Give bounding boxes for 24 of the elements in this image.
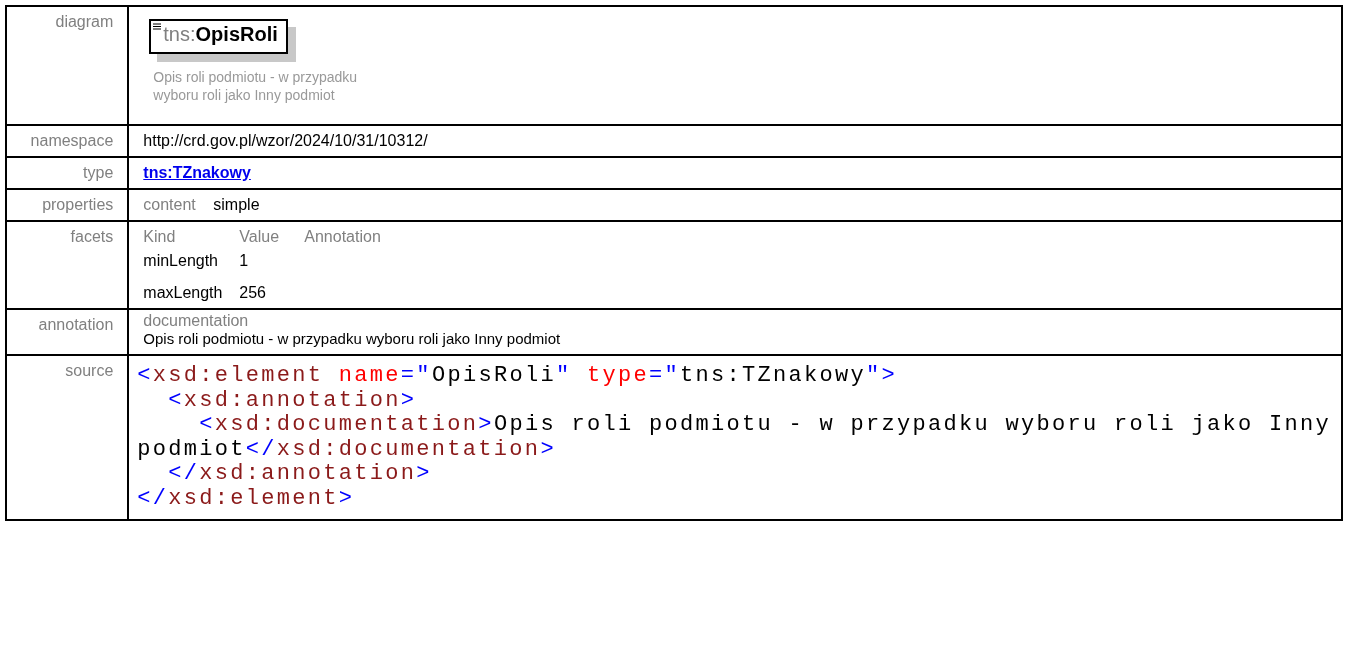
row-label: annotation: [38, 316, 114, 333]
row-label: properties: [42, 196, 114, 213]
property-value: simple: [213, 196, 261, 214]
property-name: content: [143, 196, 197, 214]
facet-kind: maxLength: [143, 283, 224, 302]
row-label: diagram: [55, 13, 114, 30]
annotation-text: Opis roli podmiotu - w przypadku wyboru roli jako Inny podmiot: [143, 330, 561, 347]
facet-value: 1: [239, 252, 250, 270]
namespace-url: http://crd.gov.pl/wzor/2024/10/31/10312/: [143, 132, 428, 149]
facet-kind: minLength: [143, 252, 219, 270]
facet-column-header: Annotation: [304, 228, 382, 246]
annotation-heading: documentation: [143, 312, 249, 329]
row-label: source: [65, 362, 114, 379]
source-code: <xsd:element name="OpisRoli" type="tns:TZnakowy"> <xsd:annotation> <xsd:documentation>Opis roli podmiotu - w przypadku wyboru roli jako Inny podmiot</xsd:documentation> </xsd:annotation> </xsd:element>: [137, 364, 1331, 511]
facet-column-header: Value: [239, 228, 281, 246]
type-link[interactable]: tns:TZnakowy: [143, 164, 251, 181]
element-description: Opis roli podmiotu - w przypadku wyboru roli jako Inny podmiot: [153, 68, 359, 104]
facet-value: 256: [239, 284, 267, 302]
row-label: type: [83, 164, 114, 181]
lines-icon: [153, 23, 162, 31]
row-label: namespace: [30, 132, 114, 149]
row-label: facets: [70, 228, 114, 245]
element-name: tns:OpisRoli: [163, 23, 278, 46]
facet-column-header: Kind: [143, 228, 177, 246]
